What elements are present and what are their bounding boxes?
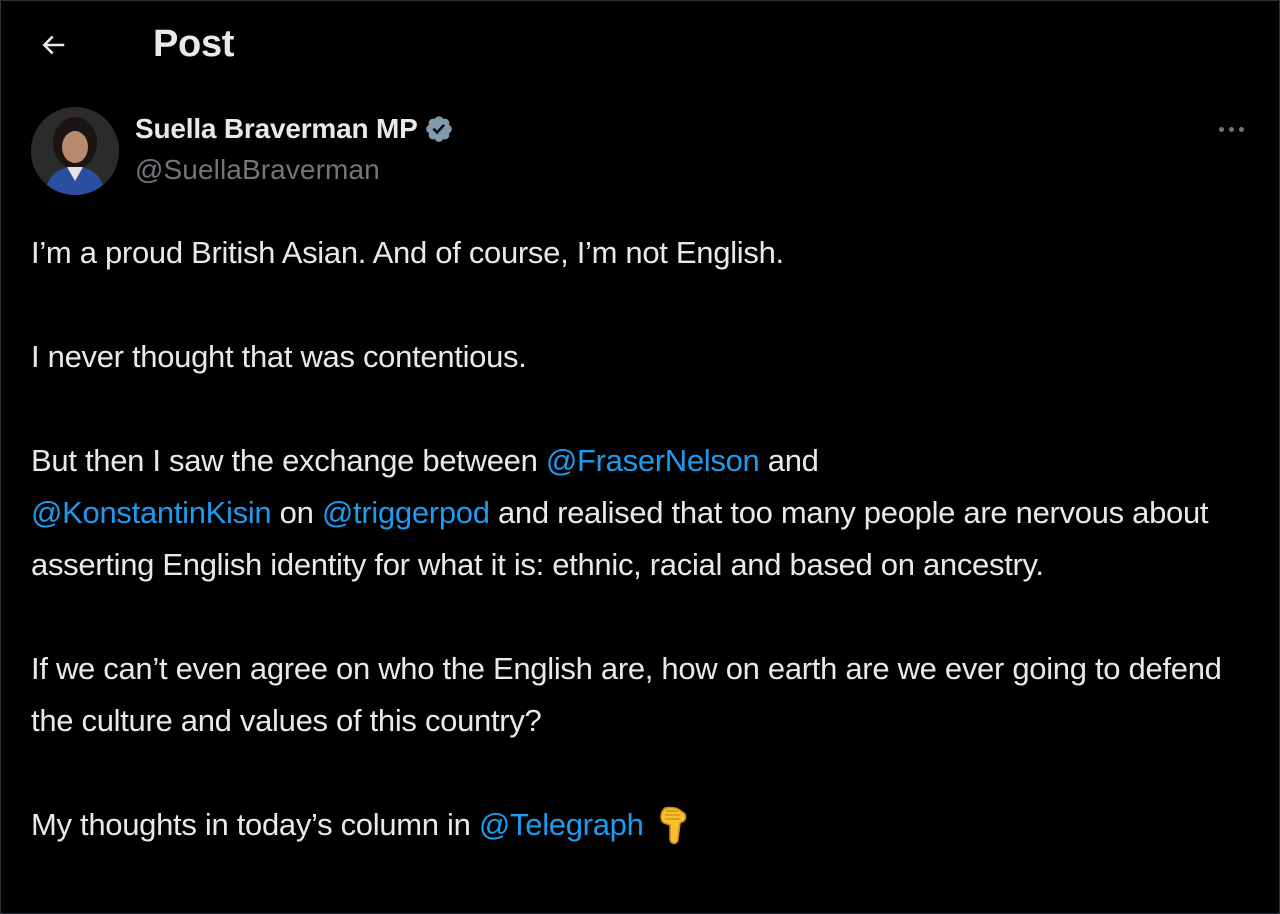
arrow-left-icon [38,30,68,65]
more-button[interactable] [1207,113,1255,145]
post-text: I’m a proud British Asian. And of course… [31,227,1261,851]
page-title: Post [153,23,235,65]
post-text-span: and [759,443,819,478]
author-name[interactable]: Suella Braverman MP [135,113,418,145]
post-text-span: But then I saw the exchange between [31,443,546,478]
post-paragraph: If we can’t even agree on who the Englis… [31,651,1222,738]
post-text-span: My thoughts in today’s column in [31,807,479,842]
post-frame: Post Suella Braverman MP @SuellaBraverma… [0,0,1280,914]
author-handle[interactable]: @SuellaBraverman [135,154,380,186]
more-horizontal-icon [1216,126,1246,132]
post-paragraph: But then I saw the exchange between @Fra… [31,435,1261,591]
verified-badge-icon[interactable] [424,114,454,144]
mention-link[interactable]: @FraserNelson [546,443,760,478]
author-name-row: Suella Braverman MP [135,111,454,147]
post-paragraph: I’m a proud British Asian. And of course… [31,235,784,270]
mention-link[interactable]: @Telegraph [479,807,644,842]
mention-link[interactable]: @triggerpod [322,495,490,530]
post-header: Post [1,1,1280,93]
post-text-span: on [271,495,322,530]
post-paragraph: I never thought that was contentious. [31,339,527,374]
backhand-index-pointing-down-icon [652,805,692,849]
post-paragraph: My thoughts in today’s column in @Telegr… [31,799,1261,851]
avatar[interactable] [31,107,119,195]
mention-link[interactable]: @KonstantinKisin [31,495,272,530]
back-button[interactable] [31,27,75,67]
